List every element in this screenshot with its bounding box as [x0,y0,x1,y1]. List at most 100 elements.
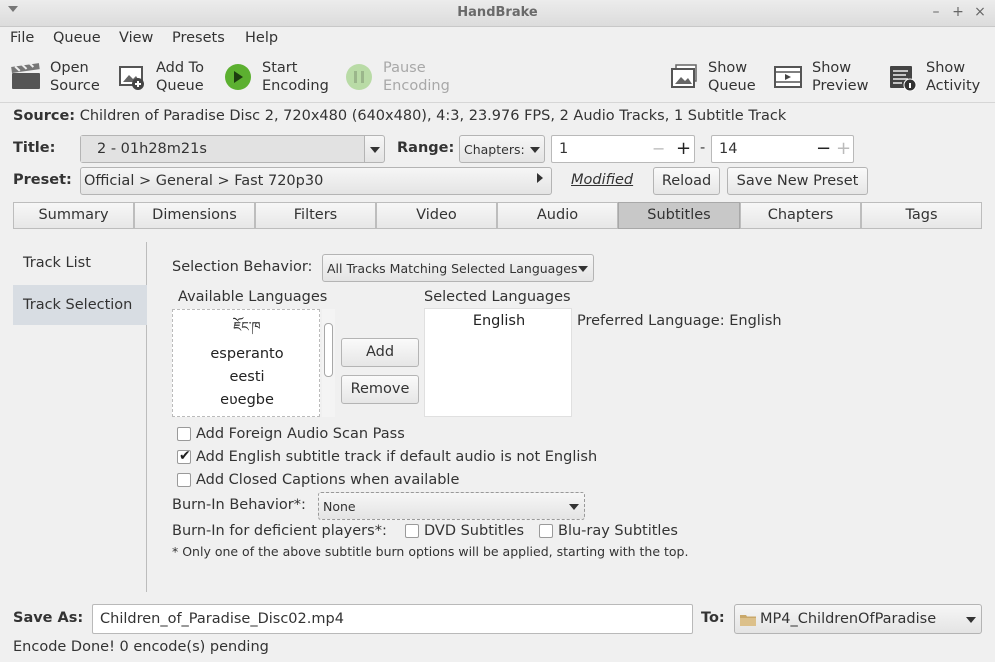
menu-queue[interactable]: Queue [53,30,101,46]
preview-icon [774,66,802,88]
decrement-icon[interactable]: − [652,139,665,158]
bluray-subtitles-checkbox[interactable] [539,524,553,538]
add-to-queue-button[interactable]: Add To Queue [116,57,216,97]
available-languages-scrollbar[interactable] [322,309,335,417]
tab-filters[interactable]: Filters [255,202,376,229]
tab-tags[interactable]: Tags [861,202,982,229]
minimize-icon[interactable]: – [927,4,945,20]
chevron-down-icon [578,266,588,272]
deficient-players-label: Burn-In for deficient players*: [172,523,387,539]
bluray-subtitles-label[interactable]: Blu-ray Subtitles [558,523,678,539]
reload-button[interactable]: Reload [653,167,720,195]
show-activity-label-2: Activity [926,78,981,94]
tab-video[interactable]: Video [376,202,497,229]
window-title: HandBrake [457,5,538,20]
closed-captions-label[interactable]: Add Closed Captions when available [196,472,459,488]
tab-summary[interactable]: Summary [13,202,134,229]
modified-link[interactable]: Modified [571,172,633,188]
open-source-label-1: Open [50,60,89,76]
available-languages-list[interactable]: ཇོང་ཁ esperanto eesti eʋegbe [172,309,320,417]
to-label: To: [701,610,725,626]
toolbar: Open Source Add To Queue Start Encoding Pau… [0,51,995,103]
dvd-subtitles-label[interactable]: DVD Subtitles [424,523,524,539]
destination-select[interactable]: MP4_ChildrenOfParadise [734,604,982,634]
selection-behavior-select[interactable]: All Tracks Matching Selected Languages [322,254,594,282]
decrement-icon[interactable]: − [816,138,831,159]
list-item[interactable]: eʋegbe [173,392,319,408]
list-item[interactable]: English [425,313,573,329]
start-encoding-button[interactable]: Start Encoding [222,57,332,97]
pause-encoding-label-1: Pause [383,60,426,76]
available-languages-label: Available Languages [178,289,328,305]
close-icon[interactable]: × [971,4,989,20]
play-icon [225,64,251,90]
range-start-value: 1 [559,141,569,157]
range-end-spin[interactable]: 14 − + [711,135,854,163]
burn-in-value: None [323,499,356,514]
subtitle-sidebar: Track List Track Selection [13,242,147,592]
increment-icon[interactable]: + [836,138,851,159]
range-start-spin[interactable]: 1 − + [551,135,695,163]
tab-chapters[interactable]: Chapters [740,202,861,229]
source-row: Source: Children of Paradise Disc 2, 720… [13,108,786,124]
tab-bar: Summary Dimensions Filters Video Audio S… [13,202,982,229]
selection-behavior-value: All Tracks Matching Selected Languages [327,261,578,276]
save-as-input[interactable]: Children_of_Paradise_Disc02.mp4 [92,604,693,634]
burn-in-label: Burn-In Behavior*: [172,497,306,513]
scrollbar-thumb[interactable] [324,323,333,377]
show-queue-button[interactable]: Show Queue [668,57,764,97]
foreign-scan-label[interactable]: Add Foreign Audio Scan Pass [196,426,405,442]
add-language-button[interactable]: Add [341,338,419,367]
maximize-icon[interactable]: + [949,4,967,20]
menu-presets[interactable]: Presets [172,30,225,46]
menu-view[interactable]: View [119,30,153,46]
open-source-button[interactable]: Open Source [10,57,110,97]
burn-in-select[interactable]: None [318,492,585,520]
pause-encoding-label-2: Encoding [383,78,450,94]
english-track-checkbox[interactable]: ✔ [177,448,191,464]
start-encoding-label-1: Start [262,60,298,76]
tab-audio[interactable]: Audio [497,202,618,229]
show-activity-button[interactable]: Show Activity [886,57,991,97]
selected-languages-list[interactable]: English [424,308,572,417]
clapperboard-icon [11,63,40,89]
title-select[interactable]: 2 - 01h28m21s [80,135,385,163]
pause-encoding-button[interactable]: Pause Encoding [343,57,453,97]
closed-captions-checkbox[interactable] [177,473,191,487]
save-new-preset-button[interactable]: Save New Preset [727,167,868,195]
show-queue-label-2: Queue [708,78,756,94]
selection-behavior-label: Selection Behavior: [172,259,313,275]
chevron-down-icon [966,617,976,623]
range-type-select[interactable]: Chapters: [459,135,545,163]
preset-select[interactable]: Official > General > Fast 720p30 [80,167,552,195]
pause-icon [346,64,372,90]
burn-in-footnote: * Only one of the above subtitle burn op… [172,544,689,559]
range-separator: - [700,140,706,156]
tab-dimensions[interactable]: Dimensions [134,202,255,229]
chevron-down-icon [569,504,579,510]
show-preview-button[interactable]: Show Preview [772,57,882,97]
chevron-down-icon [370,147,380,153]
side-item-track-selection[interactable]: Track Selection [13,285,147,325]
side-item-track-list[interactable]: Track List [13,243,147,283]
status-text: Encode Done! 0 encode(s) pending [13,639,269,655]
start-encoding-label-2: Encoding [262,78,329,94]
foreign-scan-checkbox[interactable] [177,427,191,441]
show-activity-label-1: Show [926,60,966,76]
remove-language-button[interactable]: Remove [341,375,419,404]
title-label: Title: [13,140,56,156]
menu-help[interactable]: Help [245,30,278,46]
source-label: Source: [13,108,76,124]
folder-icon [740,615,756,626]
list-item[interactable]: eesti [173,369,319,385]
list-item[interactable]: esperanto [173,346,319,362]
queue-icon [671,64,697,88]
english-track-label[interactable]: Add English subtitle track if default au… [196,449,597,465]
list-item[interactable]: ཇོང་ཁ [173,312,319,349]
dvd-subtitles-checkbox[interactable] [405,524,419,538]
increment-icon[interactable]: + [676,138,691,159]
activity-icon [890,66,917,91]
tab-subtitles[interactable]: Subtitles [618,202,740,229]
save-as-value: Children_of_Paradise_Disc02.mp4 [100,611,344,627]
menu-file[interactable]: File [10,30,34,46]
